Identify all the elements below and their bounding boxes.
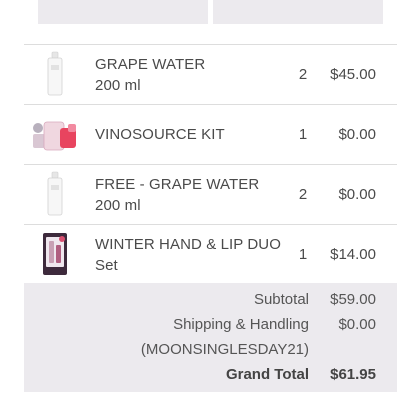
grand-total-value: $61.95 (330, 366, 376, 383)
order-totals: Subtotal $59.00 Shipping & Handling $0.0… (24, 283, 397, 392)
grand-total-row: Grand Total $61.95 (24, 363, 397, 387)
item-name[interactable]: WINTER HAND & LIP DUO Set (95, 225, 295, 284)
table-row: WINTER HAND & LIP DUO Set 1 $14.00 (24, 224, 397, 285)
subtotal-row: Subtotal $59.00 (24, 288, 397, 312)
item-name-line2: 200 ml (95, 196, 141, 214)
order-items-table: GRAPE WATER 200 ml 2 $45.00 VINOSOURCE K… (24, 44, 397, 285)
gift-set-icon (30, 231, 80, 277)
grand-total-label: Grand Total (225, 366, 309, 383)
shipping-label: Shipping & Handling (173, 316, 309, 333)
item-name-line2: Set (95, 256, 118, 274)
top-right-box (213, 0, 383, 24)
item-name-line1: WINTER HAND & LIP DUO (95, 235, 282, 253)
top-panel (0, 0, 420, 26)
table-row: GRAPE WATER 200 ml 2 $45.00 (24, 44, 397, 104)
item-name[interactable]: GRAPE WATER 200 ml (95, 45, 295, 104)
shipping-value: $0.00 (338, 316, 376, 333)
top-left-box (38, 0, 208, 24)
promo-row: (MOONSINGLESDAY21) (24, 338, 397, 362)
item-name-line1: GRAPE WATER (95, 55, 206, 73)
item-price: $0.00 (338, 126, 376, 143)
spray-bottle-icon (30, 171, 80, 217)
table-row: VINOSOURCE KIT 1 $0.00 (24, 104, 397, 164)
subtotal-value: $59.00 (330, 291, 376, 308)
table-row: FREE - GRAPE WATER 200 ml 2 $0.00 (24, 164, 397, 224)
spray-bottle-icon (30, 51, 80, 97)
item-qty: 2 (298, 186, 308, 203)
item-name-line1: FREE - GRAPE WATER (95, 175, 260, 193)
kit-icon (30, 111, 80, 157)
item-qty: 2 (298, 66, 308, 83)
item-name-line2: 200 ml (95, 76, 141, 94)
item-name[interactable]: VINOSOURCE KIT (95, 105, 295, 164)
item-price: $14.00 (330, 246, 376, 263)
item-name[interactable]: FREE - GRAPE WATER 200 ml (95, 165, 295, 224)
subtotal-label: Subtotal (253, 291, 309, 308)
item-name-line1: VINOSOURCE KIT (95, 126, 225, 143)
item-qty: 1 (298, 126, 308, 143)
item-qty: 1 (298, 246, 308, 263)
shipping-row: Shipping & Handling $0.00 (24, 313, 397, 337)
promo-code: (MOONSINGLESDAY21) (140, 341, 309, 358)
item-price: $0.00 (338, 186, 376, 203)
item-price: $45.00 (330, 66, 376, 83)
